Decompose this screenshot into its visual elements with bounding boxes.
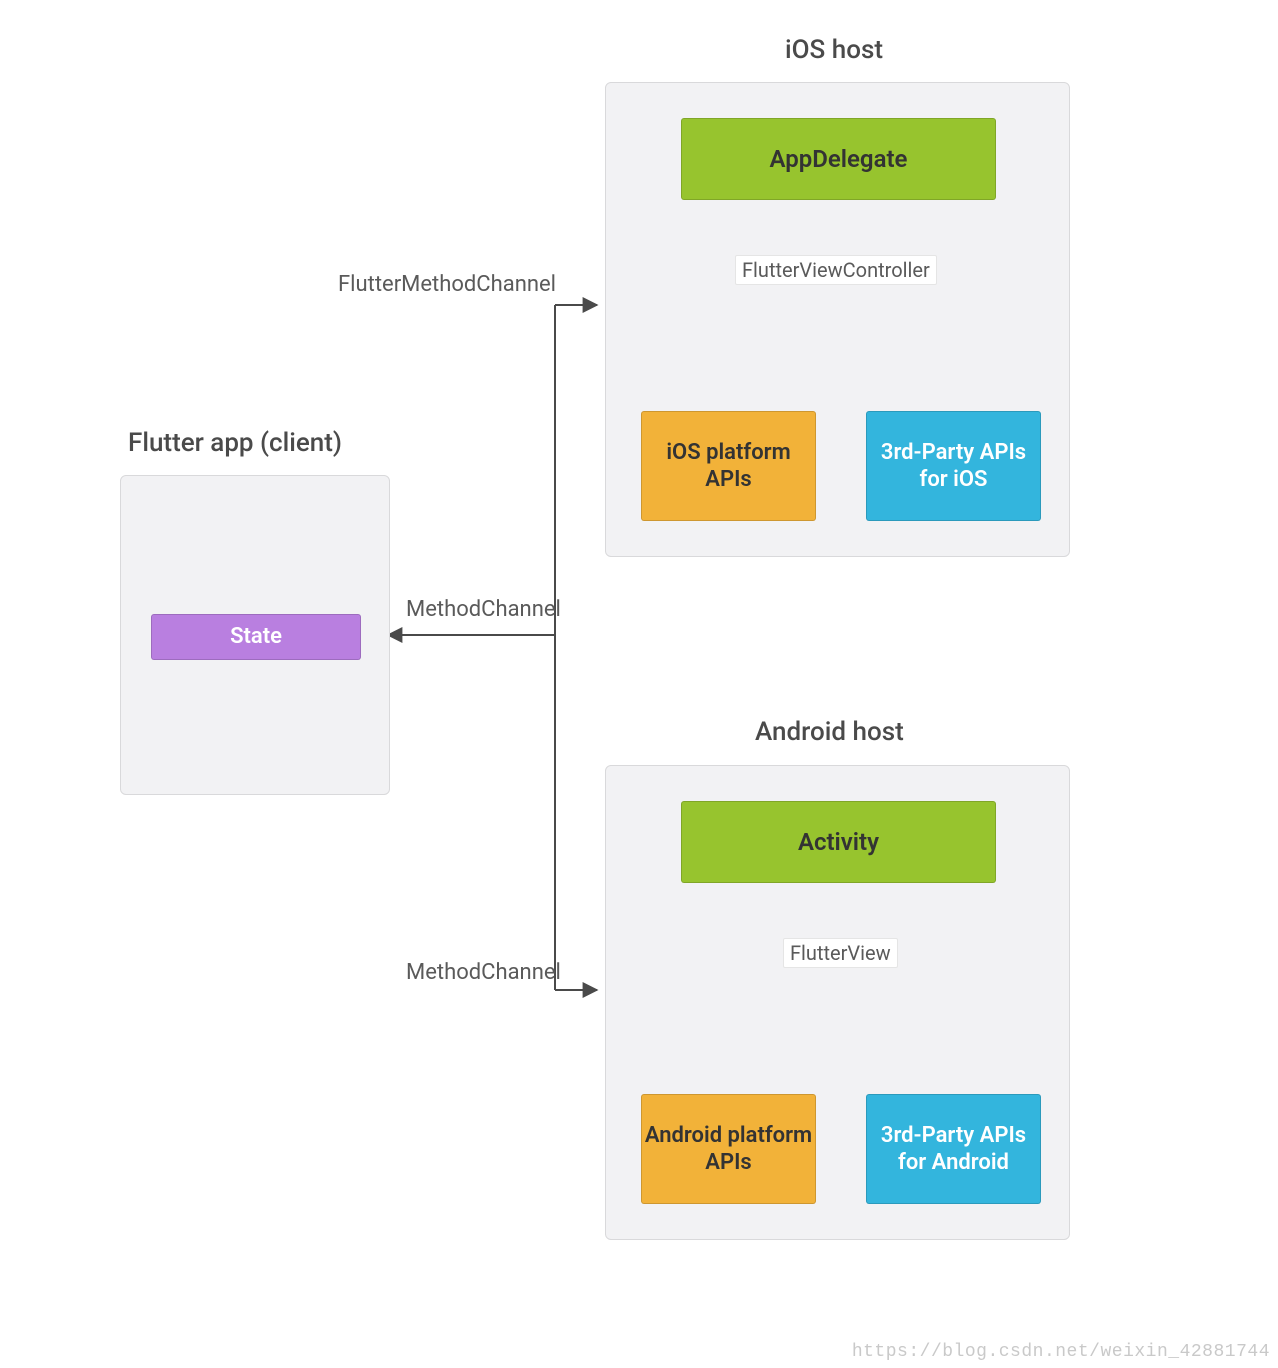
watermark-text: https://blog.csdn.net/weixin_42881744 [852,1342,1270,1362]
android-panel-title: Android host [755,717,904,747]
android-platform-apis-box: Android platform APIs [641,1094,816,1204]
method-channel-label-android: MethodChannel [400,958,567,987]
client-panel-title: Flutter app (client) [128,428,342,458]
ios-3rdparty-apis-box: 3rd-Party APIs for iOS [866,411,1041,521]
android-view-label: FlutterView [783,938,898,968]
ios-panel: AppDelegate iOS platform APIs 3rd-Party … [605,82,1070,557]
client-panel: State [120,475,390,795]
ios-view-label: FlutterViewController [735,255,937,285]
ios-appdelegate-box: AppDelegate [681,118,996,200]
state-box: State [151,614,361,660]
android-panel: Activity Android platform APIs 3rd-Party… [605,765,1070,1240]
ios-platform-apis-box: iOS platform APIs [641,411,816,521]
diagram-canvas: Flutter app (client) State iOS host AppD… [0,0,1278,1368]
method-channel-label-mid: MethodChannel [400,595,567,624]
ios-panel-title: iOS host [785,35,883,65]
android-activity-box: Activity [681,801,996,883]
android-3rdparty-apis-box: 3rd-Party APIs for Android [866,1094,1041,1204]
flutter-method-channel-label: FlutterMethodChannel [332,270,562,299]
